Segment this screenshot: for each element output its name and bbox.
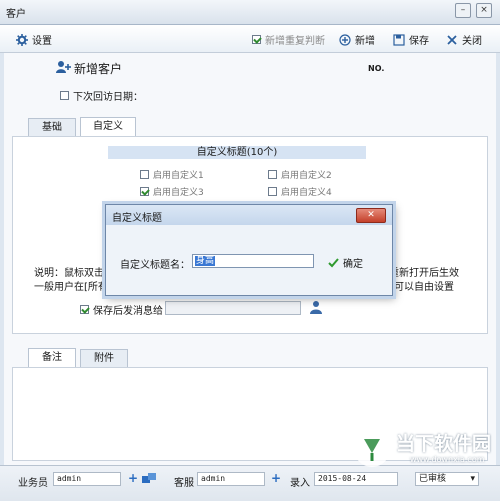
dialog-titlebar: 自定义标题 ✕: [106, 205, 392, 225]
next-visit-row[interactable]: 下次回访日期：: [60, 88, 143, 103]
window-title: 客户: [6, 9, 26, 20]
status-select-value: 已审核: [419, 474, 447, 484]
service-field[interactable]: admin: [197, 472, 265, 486]
new-button[interactable]: 新增: [339, 32, 375, 47]
notify-recipient-field[interactable]: [165, 301, 301, 315]
salesman-label: 业务员: [18, 478, 48, 489]
custom-option-1-label: 启用自定义1: [153, 171, 204, 181]
dialog-field-label: 自定义标题名：: [120, 260, 190, 271]
tab-attachments[interactable]: 附件: [80, 349, 128, 368]
minimize-button[interactable]: –: [455, 3, 471, 18]
tab-basic[interactable]: 基础: [28, 118, 76, 137]
toolbar: 设置 新增重复判断 新增 保存 关闭: [0, 25, 500, 53]
close-button[interactable]: 关闭: [446, 32, 482, 47]
salesman-add-icon[interactable]: +: [128, 471, 138, 485]
chevron-down-icon: ▾: [470, 474, 475, 484]
custom-option-3-label: 启用自定义3: [153, 188, 204, 198]
add-user-icon: [56, 61, 71, 73]
custom-option-4[interactable]: 启用自定义4: [268, 185, 332, 198]
note-line-2-right: 可以自由设置: [394, 282, 454, 293]
record-no-label: NO.: [368, 64, 385, 73]
save-disk-icon: [393, 33, 405, 46]
custom-option-4-checkbox[interactable]: [268, 187, 277, 196]
dialog-title: 自定义标题: [112, 213, 162, 224]
tab-custom[interactable]: 自定义: [80, 117, 136, 137]
service-add-icon[interactable]: +: [271, 471, 281, 485]
watermark-url: www.downxia.com: [410, 455, 485, 464]
entry-label: 录入: [290, 478, 310, 489]
save-notify-checkbox[interactable]: [80, 305, 89, 314]
custom-option-1[interactable]: 启用自定义1: [140, 168, 204, 181]
next-visit-checkbox[interactable]: [60, 91, 69, 100]
entry-date-field[interactable]: 2015-08-24: [314, 472, 398, 486]
dialog-title-input[interactable]: 身高: [192, 254, 314, 268]
custom-option-2-label: 启用自定义2: [281, 171, 332, 181]
close-x-icon: [447, 34, 457, 45]
window-titlebar: 客户 – ×: [0, 0, 500, 25]
save-label: 保存: [409, 36, 429, 47]
note-line-1-right: 重新打开后生效: [389, 268, 459, 279]
save-notify-label: 保存后发消息给: [93, 306, 163, 317]
dialog-ok-button[interactable]: 确定: [328, 255, 363, 270]
custom-option-2-checkbox[interactable]: [268, 170, 277, 179]
note-line-2-left: 一般用户在[所有: [34, 282, 108, 293]
custom-option-3[interactable]: 启用自定义3: [140, 185, 204, 198]
watermark: 当下软件园 www.downxia.com: [352, 427, 492, 472]
settings-button[interactable]: 设置: [16, 32, 52, 47]
next-visit-label: 下次回访日期：: [73, 92, 143, 103]
save-notify-row[interactable]: 保存后发消息给: [80, 302, 163, 317]
dup-check-toggle[interactable]: 新增重复判断: [252, 32, 325, 47]
custom-option-4-label: 启用自定义4: [281, 188, 332, 198]
plus-circle-icon: [339, 33, 351, 46]
settings-label: 设置: [32, 36, 52, 47]
window-close-button[interactable]: ×: [476, 3, 492, 18]
watermark-text: 当下软件园: [396, 433, 492, 455]
note-line-1-left: 说明：鼠标双击: [34, 268, 104, 279]
page-title: 新增客户: [74, 62, 123, 76]
new-label: 新增: [355, 36, 375, 47]
gear-icon: [16, 33, 28, 46]
save-button[interactable]: 保存: [393, 32, 429, 47]
custom-option-1-checkbox[interactable]: [140, 170, 149, 179]
dialog-close-button[interactable]: ✕: [356, 208, 386, 223]
dialog-title-input-value: 身高: [195, 256, 216, 266]
custom-option-3-checkbox[interactable]: [140, 187, 149, 196]
dup-check-label: 新增重复判断: [265, 36, 325, 47]
close-label: 关闭: [462, 36, 482, 47]
dialog-ok-label: 确定: [343, 259, 363, 270]
transfer-icon[interactable]: [142, 473, 156, 485]
watermark-logo-icon: [354, 431, 390, 467]
tab-remarks[interactable]: 备注: [28, 348, 76, 368]
checkmark-icon: [328, 257, 339, 267]
custom-option-2[interactable]: 启用自定义2: [268, 168, 332, 181]
custom-section-title: 自定义标题(10个): [108, 146, 366, 159]
service-label: 客服: [174, 478, 194, 489]
salesman-field[interactable]: admin: [53, 472, 121, 486]
dup-check-checkbox[interactable]: [252, 35, 261, 44]
status-select[interactable]: 已审核 ▾: [415, 472, 479, 486]
custom-title-dialog: 自定义标题 ✕ 自定义标题名： 身高 确定: [105, 204, 393, 296]
user-picker-icon[interactable]: [310, 300, 322, 314]
